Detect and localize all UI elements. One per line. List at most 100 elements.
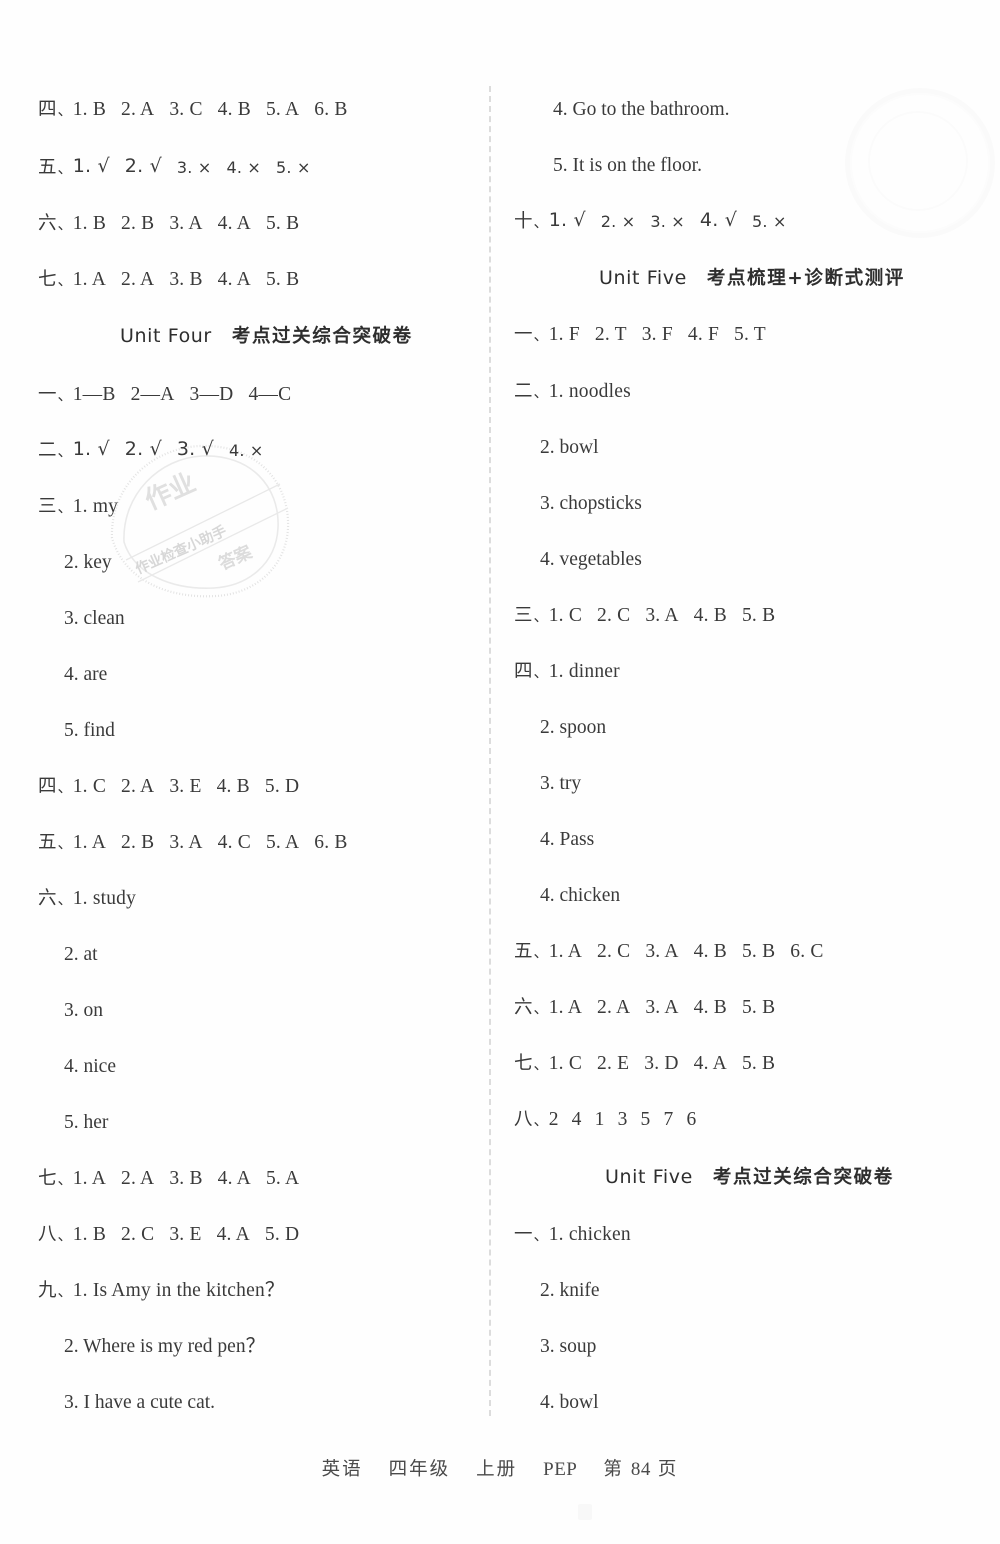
answer-item: 5. B [741,1053,776,1074]
page-footer: 英语 四年级 上册 PEP 第 84 页 [0,1455,1000,1481]
answer-item: 2. √ [124,155,162,177]
answer-item: 4. A [217,213,251,234]
answer-item: 3. √ [176,438,214,460]
answer-row: 三、1. my [38,496,119,517]
answer-row: 二、1. √ 2. √ 3. √ 4. × [38,438,264,461]
answer-item: 3. A [645,605,679,626]
section-number: 一 [514,1224,533,1245]
answer-row: 六、1. A 2. A 3. A 4. B 5. B [514,997,776,1018]
section-number: 七 [38,269,57,290]
answer-item: 1. Is Amy in the kitchen？ [72,1280,285,1301]
answer-item: 1. √ [72,155,110,177]
section-number: 五 [514,941,533,962]
answer-key-page: 作业 作业检查小助手 答案 四、1. B 2. A 3. C 4. B 5. A 6. B… [0,0,1000,1544]
answer-item: 3 [617,1109,628,1130]
answer-item: 1 [594,1109,605,1130]
section-number: 一 [514,324,533,345]
answer-row: 五、1. A 2. B 3. A 4. C 5. A 6. B [38,832,348,853]
section-number: 六 [38,888,57,909]
answer-item: 2. E [597,1053,630,1074]
answer-item: 3. soup [540,1336,597,1357]
section-number: 四 [514,661,533,682]
answer-item: 3. A [645,941,679,962]
answer-row: 二、1. noodles [514,381,631,402]
answer-row: 八、2 4 1 3 5 7 6 [514,1109,697,1130]
answer-item: 1. study [72,888,137,909]
answer-item: 3. A [645,997,679,1018]
section-number: 三 [38,496,57,517]
section-number: 九 [38,1280,57,1301]
unit-header-en: Unit Five [605,1166,693,1188]
answer-item: 3. try [540,773,582,794]
answer-item: 3. B [169,269,203,290]
answer-item: 2 [548,1109,559,1130]
answer-item: 5. D [264,1224,300,1245]
unit-header-four: Unit Four 考点过关综合突破卷 [120,327,413,347]
section-number: 六 [514,997,533,1018]
section-number: 二 [38,440,57,461]
answer-item: 4. × [226,158,261,177]
answer-item: 3. B [169,1168,203,1189]
answer-item: 3. A [169,213,203,234]
answer-item: 3. E [169,776,202,797]
answer-row: 六、1. B 2. B 3. A 4. A 5. B [38,213,300,234]
answer-item: 1. A [548,941,583,962]
answer-item: 1. √ [548,209,586,231]
answer-item: 4. A [216,1224,250,1245]
answer-item: 5 [640,1109,651,1130]
answer-item: 5. It is on the floor. [553,155,702,176]
footer-subject: 英语 [321,1459,363,1480]
answer-item: 1. A [548,997,583,1018]
answer-item: 1. chicken [548,1224,631,1245]
section-number: 七 [38,1168,57,1189]
answer-item: 3. C [169,99,203,120]
answer-item: 4. nice [64,1056,116,1077]
answer-item: 4. A [693,1053,727,1074]
right-answer-column: 4. Go to the bathroom. 5. It is on the f… [489,0,1000,1544]
answer-item: 4. B [693,605,727,626]
answer-item: 1. √ [72,438,110,460]
answer-item: 3. I have a cute cat. [64,1392,216,1413]
answer-item: 4. vegetables [540,549,642,570]
answer-item: 4—C [248,384,292,405]
answer-item: 4. Pass [540,829,595,850]
answer-item: 5. A [265,1168,300,1189]
answer-item: 2. T [594,324,627,345]
answer-item: 3. A [169,832,203,853]
answer-item: 3—D [189,384,234,405]
section-number: 八 [514,1109,533,1130]
answer-item: 1. dinner [548,661,620,682]
section-number: 五 [38,157,57,178]
answer-row: 七、1. C 2. E 3. D 4. A 5. B [514,1053,776,1074]
answer-item: 1—B [72,384,116,405]
answer-item: 6. B [314,99,348,120]
answer-item: 2. A [121,776,155,797]
answer-item: 1. A [72,1168,107,1189]
answer-item: 5. B [741,605,776,626]
section-number: 八 [38,1224,57,1245]
answer-row: 四、1. B 2. A 3. C 4. B 5. A 6. B [38,99,348,120]
answer-row: 一、1. F 2. T 3. F 4. F 5. T [514,324,766,345]
answer-row: 七、1. A 2. A 3. B 4. A 5. A [38,1168,300,1189]
answer-item: 4. A [217,1168,251,1189]
answer-item: 4. C [217,832,251,853]
answer-item: 2. A [121,99,155,120]
answer-item: 5. D [264,776,300,797]
answer-item: 2. × [600,212,636,231]
answer-row: 七、1. A 2. A 3. B 4. A 5. B [38,269,300,290]
answer-item: 5. B [741,997,776,1018]
answer-item: 2. at [64,944,98,965]
answer-item: 2. √ [124,438,162,460]
left-answer-column: 四、1. B 2. A 3. C 4. B 5. A 6. B 五、1. √ 2. √ 3. … [0,0,489,1544]
unit-header-en: Unit Five [599,267,687,289]
answer-item: 1. A [72,269,107,290]
answer-item: 3. × [650,212,685,231]
answer-item: 4. × [228,441,264,460]
answer-item: 6 [686,1109,697,1130]
section-number: 二 [514,381,533,402]
answer-row: 六、1. study [38,888,137,909]
answer-item: 4. Go to the bathroom. [553,99,730,120]
unit-header-five-review: Unit Five 考点梳理+诊断式测评 [599,269,905,289]
unit-header-five-exam: Unit Five 考点过关综合突破卷 [605,1168,894,1188]
section-number: 六 [38,213,57,234]
